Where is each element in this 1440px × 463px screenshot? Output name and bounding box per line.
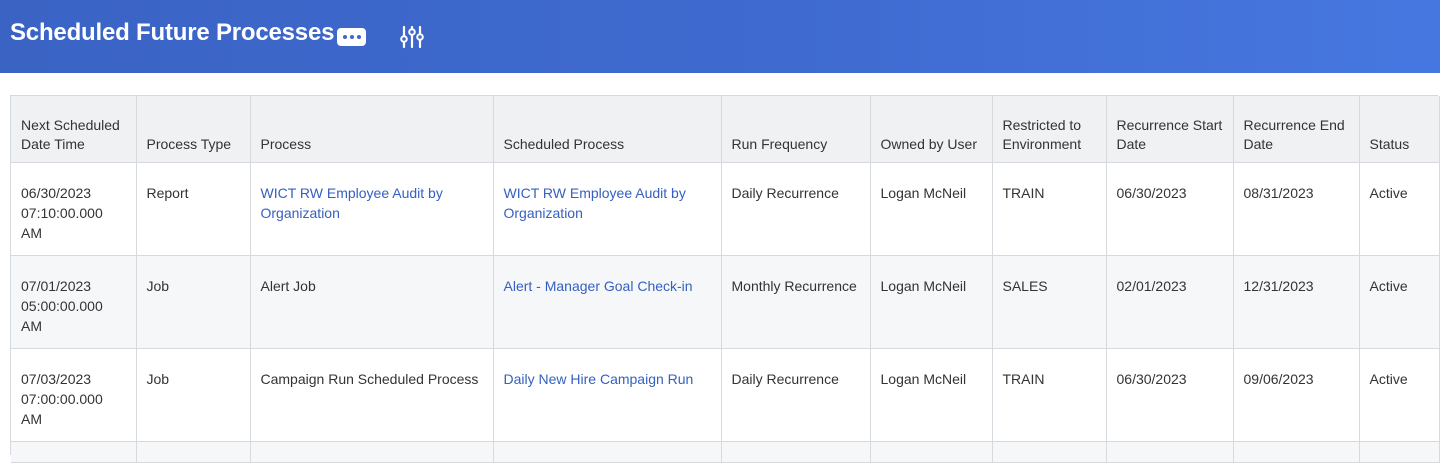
related-actions-button[interactable] — [337, 28, 366, 46]
table-row — [11, 441, 1440, 463]
process-cell: Campaign Run Scheduled Process — [250, 348, 494, 442]
run-frequency-cell: Daily Recurrence — [721, 162, 871, 256]
process-type-cell: Job — [136, 255, 251, 349]
environment-cell: SALES — [992, 255, 1107, 349]
process-type-cell: Report — [136, 162, 251, 256]
scheduled-processes-grid: Next Scheduled Date Time Process Type Pr… — [10, 95, 1440, 463]
end-date-cell: 12/31/2023 — [1233, 255, 1360, 349]
start-date-cell: 02/01/2023 — [1106, 255, 1234, 349]
ellipsis-icon — [342, 35, 347, 39]
scheduled-process-link[interactable]: Alert - Manager Goal Check-in — [504, 278, 693, 294]
column-header[interactable]: Owned by User — [870, 96, 993, 163]
table-row: 07/01/2023 05:00:00.000 AM Job Alert Job… — [11, 255, 1440, 349]
start-date-cell: 06/30/2023 — [1106, 162, 1234, 256]
column-header[interactable]: Recurrence End Date — [1233, 96, 1360, 163]
table-row: 06/30/2023 07:10:00.000 AM Report WICT R… — [11, 162, 1440, 256]
column-header[interactable]: Process Type — [136, 96, 251, 163]
next-scheduled-cell: 06/30/2023 07:10:00.000 AM — [11, 162, 137, 256]
column-header[interactable]: Next Scheduled Date Time — [11, 96, 137, 163]
end-date-cell: 08/31/2023 — [1233, 162, 1360, 256]
column-header[interactable]: Run Frequency — [721, 96, 871, 163]
scheduled-process-cell: Daily New Hire Campaign Run — [493, 348, 722, 442]
scheduled-process-cell: Alert - Manager Goal Check-in — [493, 255, 722, 349]
page-header: Scheduled Future Processes — [0, 0, 1440, 73]
run-frequency-cell: Daily Recurrence — [721, 348, 871, 442]
owned-by-cell: Logan McNeil — [870, 162, 993, 256]
filter-sliders-icon[interactable] — [399, 24, 425, 50]
run-frequency-cell: Monthly Recurrence — [721, 255, 871, 349]
end-date-cell: 09/06/2023 — [1233, 348, 1360, 442]
scheduled-process-link[interactable]: Daily New Hire Campaign Run — [504, 371, 694, 387]
process-link[interactable]: WICT RW Employee Audit by Organization — [261, 185, 443, 221]
column-header[interactable]: Recurrence Start Date — [1106, 96, 1234, 163]
next-scheduled-cell: 07/01/2023 05:00:00.000 AM — [11, 255, 137, 349]
scheduled-process-link[interactable]: WICT RW Employee Audit by Organization — [504, 185, 686, 221]
column-header[interactable]: Status — [1359, 96, 1440, 163]
process-type-cell: Job — [136, 348, 251, 442]
status-cell: Active — [1359, 162, 1440, 256]
next-scheduled-cell: 07/03/2023 07:00:00.000 AM — [11, 348, 137, 442]
start-date-cell: 06/30/2023 — [1106, 348, 1234, 442]
column-header[interactable]: Process — [250, 96, 494, 163]
column-header[interactable]: Scheduled Process — [493, 96, 722, 163]
process-cell: WICT RW Employee Audit by Organization — [250, 162, 494, 256]
scheduled-process-cell: WICT RW Employee Audit by Organization — [493, 162, 722, 256]
table-header-row: Next Scheduled Date Time Process Type Pr… — [11, 96, 1440, 163]
page-title: Scheduled Future Processes — [10, 19, 335, 46]
environment-cell: TRAIN — [992, 348, 1107, 442]
environment-cell: TRAIN — [992, 162, 1107, 256]
process-cell: Alert Job — [250, 255, 494, 349]
status-cell: Active — [1359, 255, 1440, 349]
status-cell: Active — [1359, 348, 1440, 442]
column-header[interactable]: Restricted to Environment — [992, 96, 1107, 163]
owned-by-cell: Logan McNeil — [870, 348, 993, 442]
table-row: 07/03/2023 07:00:00.000 AM Job Campaign … — [11, 348, 1440, 442]
owned-by-cell: Logan McNeil — [870, 255, 993, 349]
